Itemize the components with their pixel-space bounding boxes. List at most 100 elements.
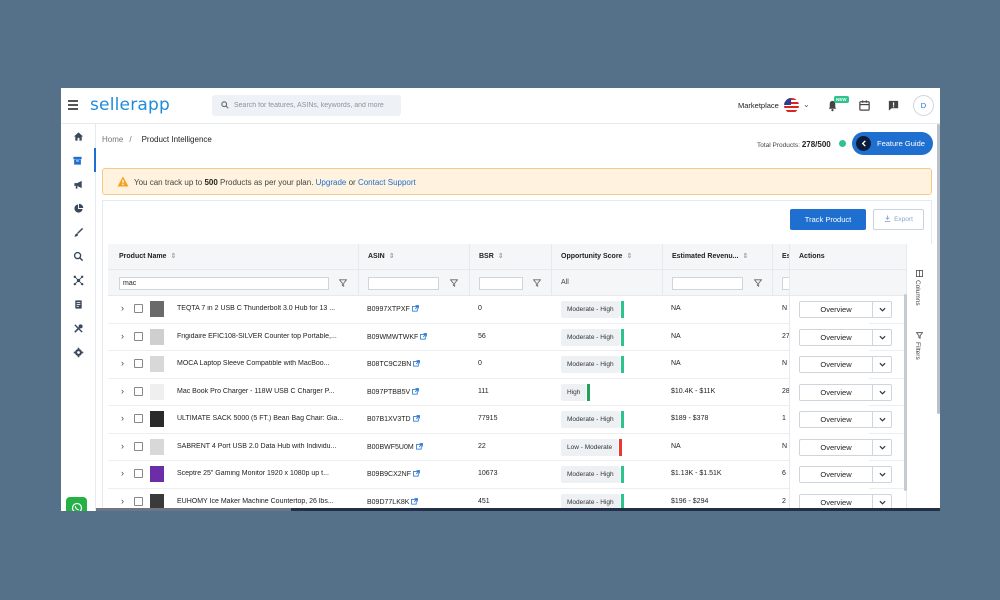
filter-icon[interactable]: [754, 279, 762, 287]
overview-button[interactable]: Overview: [799, 328, 873, 346]
overview-button[interactable]: Overview: [799, 383, 873, 401]
sort-icon[interactable]: ⇕: [170, 253, 176, 260]
table-row[interactable]: › SABRENT 4 Port USB 2.0 Data Hub with In…: [108, 433, 906, 461]
table-row[interactable]: › ULTIMATE SACK 5000 (5 FT.) Bean Bag Cha…: [108, 406, 906, 434]
whatsapp-button[interactable]: [66, 497, 87, 511]
overview-split-button[interactable]: Overview: [799, 328, 893, 346]
chevron-down-icon[interactable]: [873, 411, 892, 428]
overview-button[interactable]: Overview: [799, 438, 873, 456]
overview-split-button[interactable]: Overview: [799, 466, 893, 483]
filters-toggle[interactable]: Filters: [914, 342, 921, 360]
overview-split-button[interactable]: Overview: [799, 411, 893, 428]
row-checkbox[interactable]: [134, 496, 143, 506]
us-flag-icon[interactable]: [784, 98, 799, 113]
row-checkbox[interactable]: [134, 331, 143, 341]
sort-icon[interactable]: ⇕: [626, 253, 632, 260]
sidebar-item-settings[interactable]: [61, 340, 96, 364]
filter-icon[interactable]: [450, 279, 458, 287]
search-input[interactable]: [234, 98, 394, 113]
product-name[interactable]: MOCA Laptop Sleeve Compatible with MacBo…: [177, 360, 349, 367]
opportunity-filter-select[interactable]: All: [561, 279, 569, 286]
asin-link[interactable]: B08TC9C2BN: [367, 360, 421, 368]
chevron-down-icon[interactable]: [873, 383, 892, 401]
sidebar-item-search[interactable]: [61, 244, 96, 268]
col-bsr[interactable]: BSR ⇕: [479, 244, 504, 270]
table-row[interactable]: › Sceptre 25" Gaming Monitor 1920 x 1080p…: [108, 461, 906, 489]
overview-split-button[interactable]: Overview: [799, 301, 893, 318]
col-asin[interactable]: ASIN ⇕: [368, 244, 395, 270]
page-scrollbar[interactable]: [937, 124, 940, 414]
search-box[interactable]: [212, 95, 401, 116]
overview-button[interactable]: Overview: [799, 301, 873, 318]
bsr-filter-input[interactable]: [479, 277, 523, 290]
external-link-icon[interactable]: [412, 415, 420, 422]
columns-icon[interactable]: [916, 270, 923, 277]
chevron-down-icon[interactable]: [873, 328, 892, 346]
chevron-down-icon[interactable]: ⌄: [803, 100, 810, 109]
row-checkbox[interactable]: [134, 469, 143, 478]
external-link-icon[interactable]: [413, 470, 420, 477]
upgrade-link[interactable]: Upgrade: [316, 178, 347, 187]
feedback-icon[interactable]: [887, 99, 900, 112]
expand-chevron-icon[interactable]: ›: [121, 358, 124, 368]
track-product-button[interactable]: Track Product: [790, 209, 866, 230]
sidebar-item-ads[interactable]: [61, 172, 96, 196]
overview-split-button[interactable]: Overview: [799, 383, 893, 401]
overview-split-button[interactable]: Overview: [799, 356, 893, 373]
expand-chevron-icon[interactable]: ›: [121, 331, 124, 341]
info-icon[interactable]: [839, 140, 846, 147]
asin-link[interactable]: B00BWF5U0M: [367, 442, 423, 451]
chevron-down-icon[interactable]: [873, 438, 892, 456]
filter-icon[interactable]: [533, 279, 541, 287]
col-product-name[interactable]: Product Name ⇕: [119, 244, 176, 270]
expand-chevron-icon[interactable]: ›: [121, 386, 124, 396]
export-button[interactable]: Export: [873, 209, 924, 230]
feature-guide-button[interactable]: Feature Guide: [852, 132, 933, 155]
sidebar-item-utilities[interactable]: [61, 316, 96, 340]
asin-link[interactable]: B09WMWTWKF: [367, 332, 428, 341]
asin-link[interactable]: B097PTBB5V: [367, 387, 420, 396]
sidebar-item-products[interactable]: [61, 148, 96, 172]
sidebar-item-home[interactable]: [61, 124, 96, 148]
table-row[interactable]: › Mac Book Pro Charger - 118W USB C Charg…: [108, 378, 906, 406]
asin-link[interactable]: B0997XTPXF: [367, 305, 419, 313]
expand-chevron-icon[interactable]: ›: [121, 303, 124, 313]
table-row[interactable]: › MOCA Laptop Sleeve Compatible with MacB…: [108, 351, 906, 379]
row-checkbox[interactable]: [134, 414, 143, 423]
filter-icon[interactable]: [339, 279, 347, 287]
external-link-icon[interactable]: [412, 387, 420, 395]
breadcrumb-home[interactable]: Home: [102, 135, 123, 144]
expand-chevron-icon[interactable]: ›: [121, 496, 124, 506]
sort-icon[interactable]: ⇕: [389, 253, 395, 260]
overview-split-button[interactable]: Overview: [799, 438, 893, 456]
asin-link[interactable]: B09B9CX2NF: [367, 470, 420, 478]
external-link-icon[interactable]: [420, 332, 428, 340]
chevron-down-icon[interactable]: [873, 466, 892, 483]
asin-filter-input[interactable]: [368, 277, 439, 290]
product-name[interactable]: TEQTA 7 in 2 USB C Thunderbolt 3.0 Hub f…: [177, 305, 349, 312]
product-name[interactable]: SABRENT 4 Port USB 2.0 Data Hub with Ind…: [177, 443, 349, 450]
expand-chevron-icon[interactable]: ›: [121, 441, 124, 451]
columns-toggle[interactable]: Columns: [914, 280, 921, 306]
external-link-icon[interactable]: [415, 442, 423, 450]
sidebar-item-tools[interactable]: [61, 220, 96, 244]
asin-link[interactable]: B09D77LK8K: [367, 497, 419, 506]
sidebar-item-network[interactable]: [61, 268, 96, 292]
sidebar-item-analytics[interactable]: [61, 196, 96, 220]
row-checkbox[interactable]: [134, 441, 143, 451]
product-name-filter-input[interactable]: [119, 277, 329, 290]
external-link-icon[interactable]: [411, 305, 419, 312]
chevron-down-icon[interactable]: [873, 356, 892, 373]
overview-button[interactable]: Overview: [799, 466, 873, 483]
logo[interactable]: sellerapp: [90, 95, 170, 115]
sort-icon[interactable]: ⇕: [743, 253, 749, 260]
asin-link[interactable]: B07B1XV3TD: [367, 415, 420, 423]
table-row[interactable]: › Frigidaire EFIC108-SILVER Counter top P…: [108, 323, 906, 351]
contact-support-link[interactable]: Contact Support: [358, 178, 416, 187]
product-name[interactable]: Mac Book Pro Charger - 118W USB C Charge…: [177, 388, 349, 395]
revenue-filter-input[interactable]: [672, 277, 743, 290]
avatar[interactable]: D: [913, 95, 934, 116]
calendar-icon[interactable]: [858, 99, 871, 112]
table-row[interactable]: › TEQTA 7 in 2 USB C Thunderbolt 3.0 Hub …: [108, 296, 906, 324]
chevron-down-icon[interactable]: [873, 301, 892, 318]
